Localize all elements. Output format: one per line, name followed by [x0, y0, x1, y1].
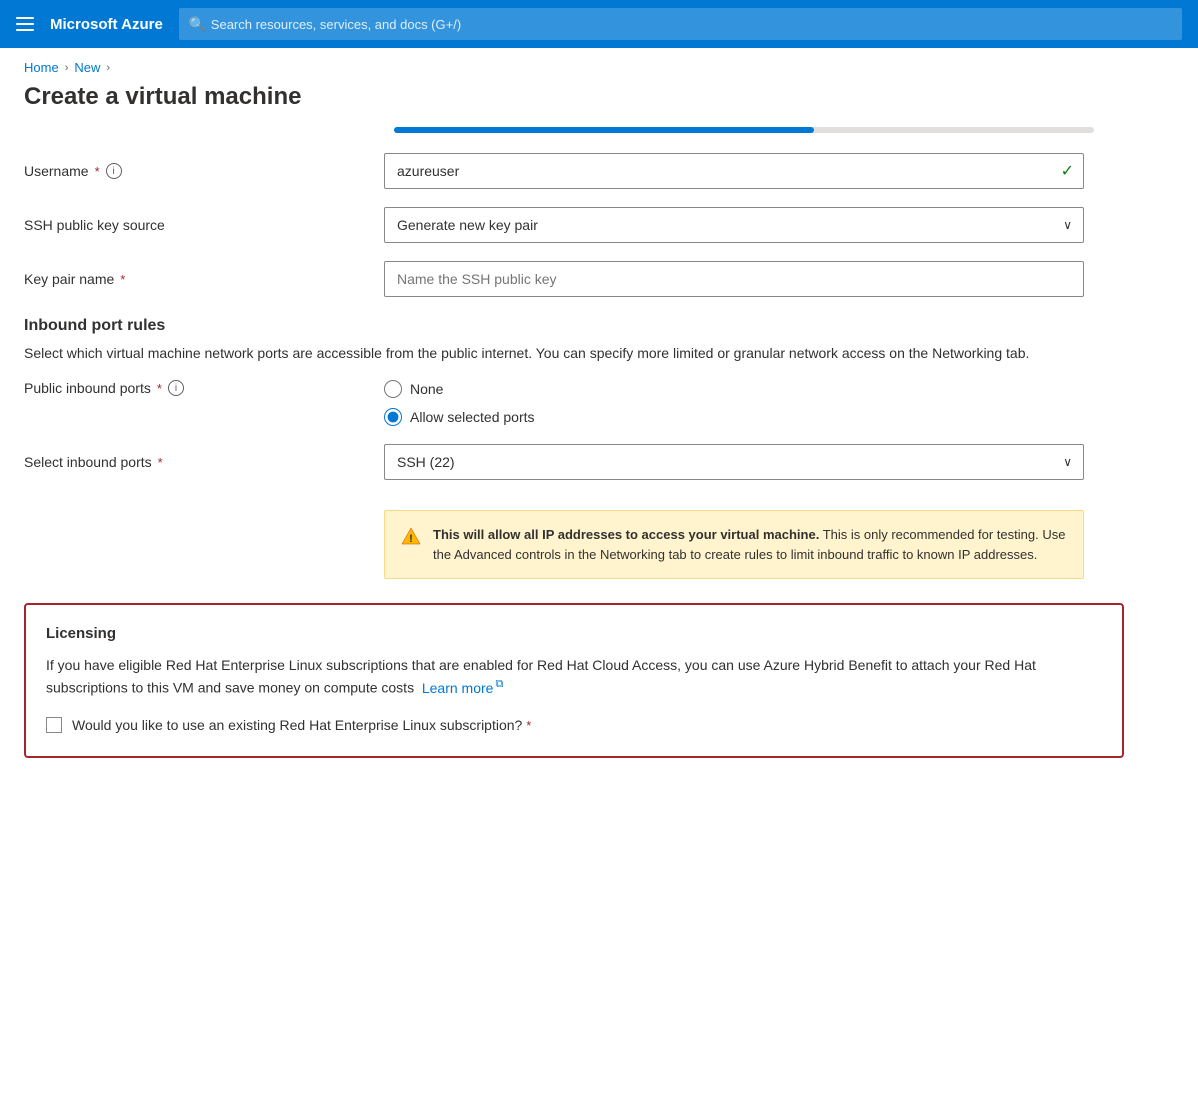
- progress-bar-fill: [394, 127, 814, 133]
- username-input-wrapper: ✓: [384, 153, 1084, 189]
- username-input[interactable]: [384, 153, 1084, 189]
- licensing-question-row: Would you like to use an existing Red Ha…: [46, 715, 1102, 736]
- public-ports-radio-group: None Allow selected ports: [384, 380, 1084, 426]
- external-link-icon: ⧉: [495, 678, 503, 690]
- username-info-icon[interactable]: i: [106, 163, 122, 179]
- ssh-source-select-wrapper: Generate new key pair Use existing key s…: [384, 207, 1084, 243]
- breadcrumb-home[interactable]: Home: [24, 60, 59, 75]
- key-pair-input[interactable]: [384, 261, 1084, 297]
- username-check-icon: ✓: [1061, 161, 1074, 181]
- progress-bar-bg: [394, 127, 1094, 133]
- public-ports-label: Public inbound ports * i: [24, 380, 384, 396]
- ssh-source-select[interactable]: Generate new key pair Use existing key s…: [384, 207, 1084, 243]
- radio-allow[interactable]: Allow selected ports: [384, 408, 1084, 426]
- key-pair-row: Key pair name *: [24, 261, 1126, 297]
- warning-control: ! This will allow all IP addresses to ac…: [384, 498, 1084, 579]
- warning-icon: !: [401, 526, 421, 551]
- svg-text:!: !: [409, 533, 413, 545]
- select-ports-label: Select inbound ports *: [24, 454, 384, 470]
- licensing-desc-text: If you have eligible Red Hat Enterprise …: [46, 657, 1036, 696]
- progress-bar-area: [24, 127, 1126, 133]
- ssh-source-control: Generate new key pair Use existing key s…: [384, 207, 1084, 243]
- select-ports-required: *: [158, 455, 163, 470]
- inbound-rules-section: Inbound port rules Select which virtual …: [24, 317, 1126, 579]
- select-ports-row: Select inbound ports * SSH (22) HTTP (80…: [24, 444, 1126, 480]
- learn-more-link[interactable]: Learn more⧉: [422, 680, 503, 696]
- breadcrumb: Home › New ›: [0, 48, 1198, 79]
- search-wrapper: 🔍: [179, 8, 1182, 40]
- public-ports-row: Public inbound ports * i None Allow sele…: [24, 380, 1126, 426]
- radio-none[interactable]: None: [384, 380, 1084, 398]
- licensing-required: *: [526, 718, 531, 733]
- username-row: Username * i ✓: [24, 153, 1126, 189]
- username-label: Username * i: [24, 163, 384, 179]
- breadcrumb-new[interactable]: New: [74, 60, 100, 75]
- warning-box: ! This will allow all IP addresses to ac…: [384, 510, 1084, 579]
- inbound-rules-heading: Inbound port rules: [24, 317, 1126, 335]
- inbound-rules-desc: Select which virtual machine network por…: [24, 343, 1074, 364]
- ssh-source-row: SSH public key source Generate new key p…: [24, 207, 1126, 243]
- select-ports-wrapper: SSH (22) HTTP (80) HTTPS (443) RDP (3389…: [384, 444, 1084, 480]
- public-ports-control: None Allow selected ports: [384, 380, 1084, 426]
- select-ports-select[interactable]: SSH (22) HTTP (80) HTTPS (443) RDP (3389…: [384, 444, 1084, 480]
- username-control: ✓: [384, 153, 1084, 189]
- breadcrumb-sep-1: ›: [65, 62, 69, 74]
- licensing-title: Licensing: [46, 625, 1102, 642]
- search-input[interactable]: [179, 8, 1182, 40]
- warning-row: ! This will allow all IP addresses to ac…: [24, 498, 1126, 579]
- key-pair-required: *: [120, 272, 125, 287]
- public-ports-info-icon[interactable]: i: [168, 380, 184, 396]
- username-required: *: [95, 164, 100, 179]
- key-pair-control: [384, 261, 1084, 297]
- warning-bold: This will allow all IP addresses to acce…: [433, 527, 819, 542]
- select-ports-control: SSH (22) HTTP (80) HTTPS (443) RDP (3389…: [384, 444, 1084, 480]
- licensing-question: Would you like to use an existing Red Ha…: [72, 715, 531, 736]
- licensing-checkbox[interactable]: [46, 717, 62, 733]
- radio-allow-label: Allow selected ports: [410, 409, 535, 425]
- breadcrumb-sep-2: ›: [106, 62, 110, 74]
- page-title: Create a virtual machine: [0, 79, 1198, 127]
- licensing-box: Licensing If you have eligible Red Hat E…: [24, 603, 1124, 758]
- ssh-source-label: SSH public key source: [24, 217, 384, 233]
- brand-name: Microsoft Azure: [50, 16, 163, 33]
- radio-none-label: None: [410, 381, 443, 397]
- key-pair-label: Key pair name *: [24, 271, 384, 287]
- main-content: Username * i ✓ SSH public key source Gen…: [0, 127, 1150, 782]
- hamburger-icon[interactable]: [16, 17, 34, 31]
- topbar: Microsoft Azure 🔍: [0, 0, 1198, 48]
- public-ports-required: *: [157, 381, 162, 396]
- warning-text: This will allow all IP addresses to acce…: [433, 525, 1067, 564]
- radio-allow-input[interactable]: [384, 408, 402, 426]
- licensing-desc: If you have eligible Red Hat Enterprise …: [46, 654, 1102, 699]
- radio-none-input[interactable]: [384, 380, 402, 398]
